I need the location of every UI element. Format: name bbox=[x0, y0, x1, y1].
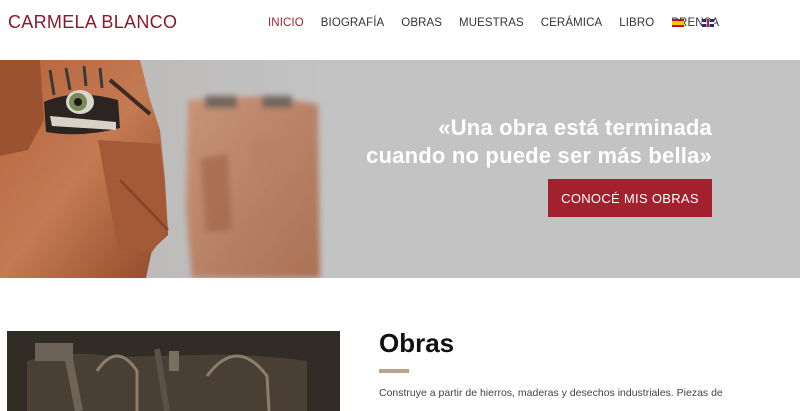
obras-image[interactable] bbox=[7, 331, 340, 411]
sculpture-image bbox=[0, 60, 330, 278]
nav-item-biografia[interactable]: BIOGRAFÍA bbox=[321, 17, 385, 29]
obras-heading: Obras bbox=[379, 328, 455, 358]
view-works-button[interactable]: CONOCÉ MIS OBRAS bbox=[548, 179, 712, 217]
nav-item-libro[interactable]: LIBRO bbox=[619, 17, 654, 29]
uk-flag-icon[interactable] bbox=[702, 19, 714, 27]
hero-quote-line-1: «Una obra está terminada bbox=[438, 115, 712, 140]
hero-banner: «Una obra está terminada cuando no puede… bbox=[0, 60, 800, 278]
hero-quote: «Una obra está terminada cuando no puede… bbox=[366, 114, 712, 170]
iron-sculpture-photo bbox=[7, 331, 340, 411]
es-flag-icon[interactable] bbox=[672, 19, 684, 27]
obras-description: Construye a partir de hierros, maderas y… bbox=[379, 387, 723, 399]
nav-item-muestras[interactable]: MUESTRAS bbox=[459, 17, 524, 29]
nav-item-obras[interactable]: OBRAS bbox=[401, 17, 442, 29]
hero-quote-line-2: cuando no puede ser más bella» bbox=[366, 143, 712, 168]
heading-underline bbox=[379, 369, 409, 373]
nav-item-ceramica[interactable]: CERÁMICA bbox=[541, 17, 603, 29]
main-nav: INICIO BIOGRAFÍA OBRAS MUESTRAS CERÁMICA… bbox=[268, 17, 736, 29]
nav-item-inicio[interactable]: INICIO bbox=[268, 17, 304, 29]
site-header: CARMELA BLANCO INICIO BIOGRAFÍA OBRAS MU… bbox=[0, 0, 800, 58]
site-logo[interactable]: CARMELA BLANCO bbox=[8, 12, 177, 33]
